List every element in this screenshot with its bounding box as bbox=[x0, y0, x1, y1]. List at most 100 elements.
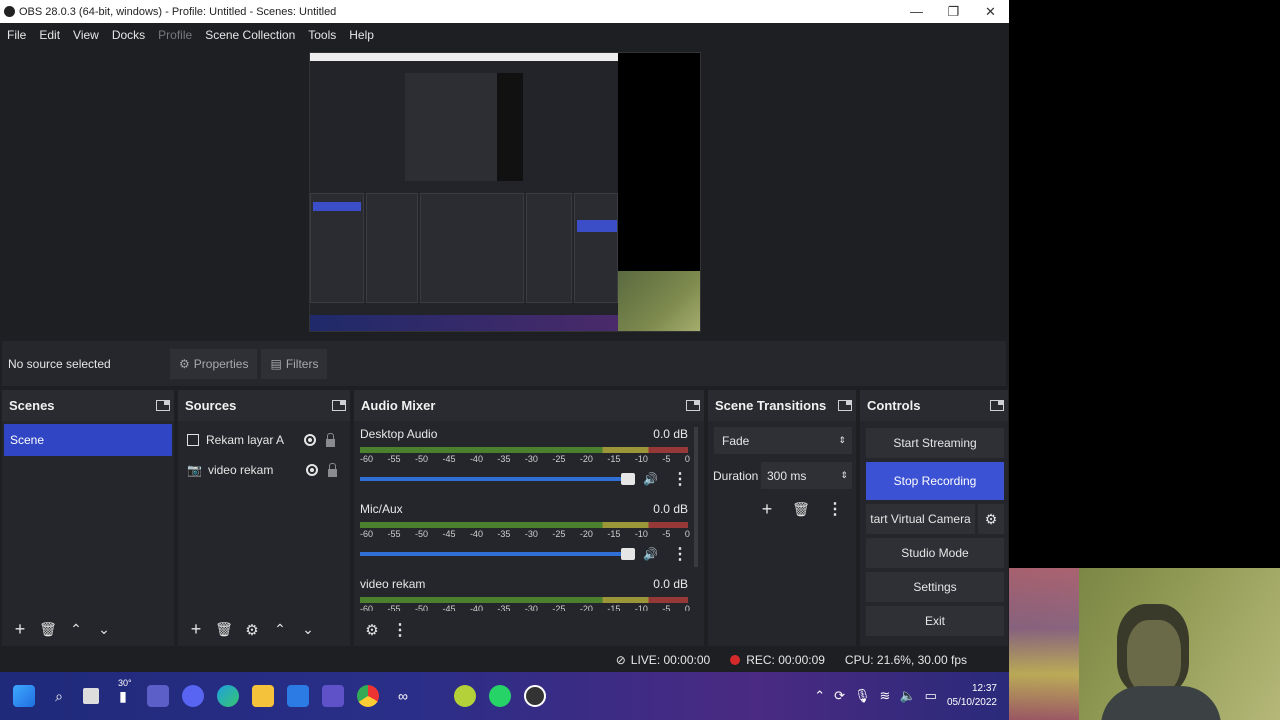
whatsapp-icon[interactable] bbox=[489, 685, 511, 707]
slider-handle[interactable] bbox=[621, 473, 636, 485]
undock-icon[interactable] bbox=[156, 400, 170, 411]
visual-studio-icon[interactable] bbox=[322, 685, 344, 707]
preview-panel-scenes bbox=[310, 193, 364, 303]
mixer-scrollbar[interactable] bbox=[694, 427, 698, 567]
stop-recording-button[interactable]: Stop Recording bbox=[866, 462, 1004, 500]
scene-item[interactable]: Scene bbox=[4, 424, 172, 456]
channel-db: 0.0 dB bbox=[653, 502, 688, 516]
more-options-icon[interactable]: ⋮ bbox=[672, 544, 688, 564]
title-bar: OBS 28.0.3 (64-bit, windows) - Profile: … bbox=[0, 0, 1009, 23]
move-source-down-button[interactable]: ⌄ bbox=[294, 616, 322, 644]
teams-chat-icon[interactable] bbox=[147, 685, 169, 707]
visibility-eye-icon[interactable] bbox=[305, 464, 318, 476]
move-scene-up-button[interactable]: ⌃ bbox=[62, 616, 90, 644]
move-source-up-button[interactable]: ⌃ bbox=[266, 616, 294, 644]
mixer-channel: Desktop Audio 0.0 dB -60 -55 -50 -45 -40 -35-… bbox=[354, 421, 694, 496]
preview-canvas[interactable] bbox=[309, 52, 701, 332]
chrome-icon[interactable] bbox=[357, 685, 379, 707]
mail-icon[interactable] bbox=[287, 685, 309, 707]
menu-edit[interactable]: Edit bbox=[32, 28, 66, 42]
virtual-camera-settings-gear-icon[interactable]: ⚙ bbox=[978, 504, 1004, 534]
more-options-icon[interactable]: ⋮ bbox=[672, 469, 688, 489]
chevron-up-icon[interactable]: ⌃ bbox=[814, 688, 825, 704]
source-item-rekam-layar[interactable]: Rekam layar A bbox=[178, 425, 350, 455]
battery-icon[interactable]: ▭ bbox=[925, 688, 937, 704]
speaker-icon[interactable]: 🔊 bbox=[643, 472, 658, 486]
task-view-icon[interactable] bbox=[83, 688, 99, 704]
windows-start-icon[interactable] bbox=[13, 685, 35, 707]
remove-source-button[interactable]: 🗑 bbox=[210, 616, 238, 644]
file-explorer-icon[interactable] bbox=[252, 685, 274, 707]
corsair-icon[interactable] bbox=[454, 685, 476, 707]
weather-icon[interactable]: ▮ 30° bbox=[112, 678, 134, 707]
clock-time: 12:37 bbox=[971, 683, 997, 694]
start-streaming-button[interactable]: Start Streaming bbox=[866, 428, 1004, 458]
duration-value: 300 ms bbox=[767, 468, 807, 483]
remove-scene-button[interactable]: 🗑 bbox=[34, 616, 62, 644]
rec-time: REC: 00:00:09 bbox=[746, 653, 825, 667]
preview-nested-preview bbox=[405, 73, 523, 181]
webcam-person-face bbox=[1127, 620, 1181, 694]
menu-view[interactable]: View bbox=[66, 28, 105, 42]
close-button[interactable]: ✕ bbox=[972, 0, 1009, 23]
preview-panel-sources bbox=[366, 193, 418, 303]
menu-help[interactable]: Help bbox=[342, 28, 380, 42]
menu-scene-collection[interactable]: Scene Collection bbox=[198, 28, 301, 42]
transition-menu-icon[interactable]: ⋮ bbox=[821, 495, 849, 523]
menu-bar: File Edit View Docks Profile Scene Colle… bbox=[0, 23, 1009, 46]
menu-file[interactable]: File bbox=[0, 28, 32, 42]
maximize-button[interactable]: ❐ bbox=[935, 0, 972, 23]
record-dot-icon bbox=[730, 655, 741, 665]
channel-db: 0.0 dB bbox=[653, 427, 688, 441]
exit-button[interactable]: Exit bbox=[866, 606, 1004, 636]
start-virtual-camera-button[interactable]: tart Virtual Camera bbox=[866, 504, 975, 534]
discord-icon[interactable] bbox=[182, 685, 204, 707]
slider-handle[interactable] bbox=[621, 548, 636, 560]
source-label: video rekam bbox=[207, 463, 274, 477]
menu-profile[interactable]: Profile bbox=[151, 28, 198, 42]
wifi-icon[interactable]: ≋ bbox=[880, 688, 891, 704]
add-scene-button[interactable]: + bbox=[6, 616, 34, 644]
volume-slider[interactable] bbox=[360, 473, 636, 485]
remove-transition-button[interactable]: 🗑 bbox=[787, 495, 815, 523]
undock-icon[interactable] bbox=[686, 400, 700, 411]
visibility-eye-icon[interactable] bbox=[304, 434, 316, 446]
speaker-icon[interactable]: 🔈 bbox=[899, 688, 915, 704]
spin-arrows-icon[interactable]: ⇕ bbox=[840, 470, 848, 481]
sources-footer: + 🗑 ⚙ ⌃ ⌄ bbox=[178, 613, 350, 646]
clock[interactable]: 12:37 05/10/2022 bbox=[947, 682, 997, 710]
studio-mode-button[interactable]: Studio Mode bbox=[866, 538, 1004, 568]
edge-icon[interactable] bbox=[217, 685, 239, 707]
obs-logo-icon bbox=[4, 6, 15, 17]
source-properties-button[interactable]: ⚙ bbox=[238, 616, 266, 644]
transition-selected: Fade bbox=[722, 433, 750, 448]
lock-icon[interactable] bbox=[327, 462, 337, 477]
add-source-button[interactable]: + bbox=[182, 616, 210, 644]
move-scene-down-button[interactable]: ⌄ bbox=[90, 616, 118, 644]
add-transition-button[interactable]: + bbox=[753, 495, 781, 523]
channel-name: video rekam bbox=[360, 577, 426, 591]
microphone-icon[interactable]: 🎙 bbox=[854, 688, 871, 704]
transition-select[interactable]: Fade ⇕ bbox=[714, 427, 852, 454]
filters-button[interactable]: ▤ Filters bbox=[261, 348, 328, 379]
undock-icon[interactable] bbox=[332, 400, 346, 411]
duration-spinbox[interactable]: 300 ms ⇕ bbox=[761, 462, 852, 489]
mixer-menu-icon[interactable]: ⋮ bbox=[386, 616, 414, 644]
properties-button[interactable]: ⚙ Properties bbox=[170, 348, 258, 379]
speaker-icon[interactable]: 🔊 bbox=[643, 547, 658, 561]
search-icon[interactable]: ⌕ bbox=[48, 685, 70, 707]
volume-slider[interactable] bbox=[360, 548, 636, 560]
menu-docks[interactable]: Docks bbox=[105, 28, 151, 42]
lock-icon[interactable] bbox=[326, 432, 335, 447]
sync-icon[interactable]: ⟳ bbox=[834, 688, 845, 704]
infinity-app-icon[interactable]: ∞ bbox=[392, 685, 414, 707]
advanced-audio-gear-icon[interactable]: ⚙ bbox=[358, 616, 386, 644]
menu-tools[interactable]: Tools bbox=[301, 28, 342, 42]
undock-icon[interactable] bbox=[990, 400, 1004, 411]
settings-button[interactable]: Settings bbox=[866, 572, 1004, 602]
source-item-video-rekam[interactable]: 📷 video rekam bbox=[178, 455, 350, 485]
obs-taskbar-icon[interactable] bbox=[524, 685, 546, 707]
undock-icon[interactable] bbox=[838, 400, 852, 411]
minimize-button[interactable]: — bbox=[898, 0, 935, 23]
channel-name: Mic/Aux bbox=[360, 502, 403, 516]
